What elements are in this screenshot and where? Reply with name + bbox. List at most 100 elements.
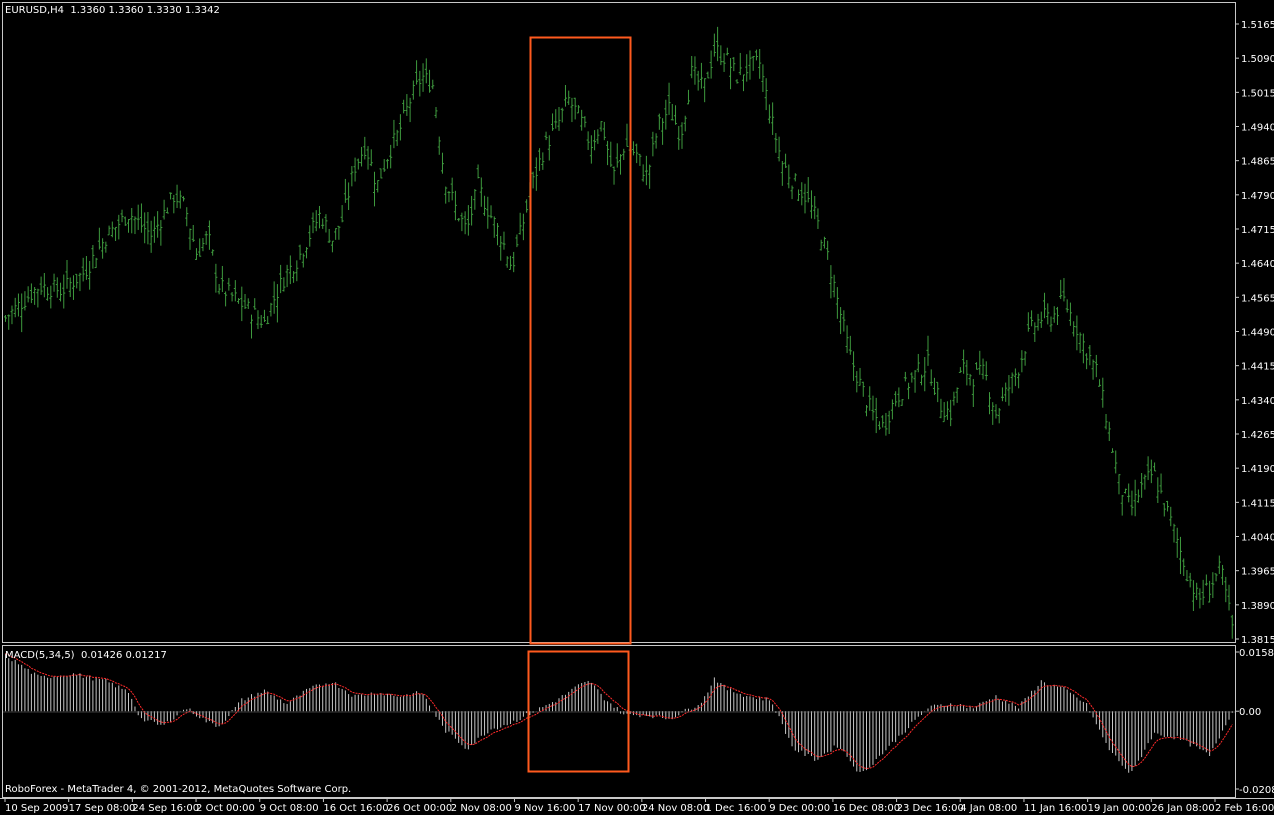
price-bar	[1127, 483, 1131, 503]
price-bar	[65, 260, 69, 289]
price-bar	[712, 33, 716, 57]
price-bar	[55, 277, 59, 298]
time-tick-label: 24 Nov 08:00	[642, 803, 709, 814]
price-bar	[52, 273, 56, 292]
price-bar	[826, 240, 830, 260]
price-bar	[1046, 303, 1050, 325]
price-bar	[1026, 312, 1030, 332]
price-bar	[39, 276, 43, 295]
price-bar	[1195, 582, 1199, 601]
price-tick-label: 1.4265	[1241, 430, 1274, 441]
time-tick-label: 17 Sep 08:00	[69, 803, 136, 814]
price-bar	[641, 164, 645, 182]
price-tick-label: 1.4115	[1241, 498, 1274, 509]
price-bar	[301, 253, 305, 268]
price-bar	[285, 264, 289, 288]
price-tick-label: 1.5090	[1241, 54, 1274, 65]
price-bar	[1221, 564, 1225, 585]
price-bar	[871, 395, 875, 421]
price-bar	[699, 62, 703, 89]
price-bar	[984, 361, 988, 381]
price-bar	[1098, 379, 1102, 387]
price-bar	[706, 71, 710, 79]
price-bar	[567, 90, 571, 105]
price-bar	[356, 158, 360, 170]
price-bar	[874, 397, 878, 434]
price-bar	[583, 116, 587, 128]
price-bar	[1166, 500, 1170, 512]
price-bar	[421, 63, 425, 92]
price-bar	[644, 155, 648, 186]
price-bar	[790, 185, 794, 200]
price-bar	[311, 212, 315, 234]
price-bar	[709, 50, 713, 79]
price-bar	[563, 85, 567, 107]
price-bar	[612, 166, 616, 185]
price-bar	[4, 315, 7, 322]
price-bar	[68, 277, 72, 298]
price-bar	[745, 54, 749, 82]
price-bar	[71, 275, 75, 300]
price-bar	[120, 209, 124, 223]
price-bar	[910, 372, 914, 383]
price-bar	[609, 141, 613, 167]
price-bar	[719, 45, 723, 66]
price-bar	[1049, 316, 1053, 332]
price-bar	[369, 149, 373, 167]
price-bar	[1072, 321, 1076, 337]
price-bar	[1169, 506, 1173, 527]
macd-tick-label: 0.01584	[1239, 648, 1274, 659]
price-bar	[88, 260, 92, 290]
price-bar	[123, 216, 127, 226]
price-bar	[606, 140, 610, 166]
time-tick-label: 2 Nov 08:00	[451, 803, 512, 814]
price-tick-label: 1.4340	[1241, 396, 1274, 407]
price-bar	[1107, 421, 1111, 442]
time-tick-label: 16 Oct 16:00	[323, 803, 388, 814]
price-bar	[1111, 448, 1114, 453]
price-tick-label: 1.4415	[1241, 362, 1274, 373]
highlight-box-main	[529, 36, 632, 645]
macd-header: MACD(5,34,5) 0.01426 0.01217	[5, 650, 167, 662]
price-bar	[42, 272, 46, 298]
price-bar	[363, 136, 367, 160]
price-bar	[139, 203, 143, 233]
price-bar	[538, 148, 542, 171]
price-bar	[1114, 450, 1118, 474]
price-bar	[729, 58, 733, 90]
price-bar	[395, 129, 399, 146]
price-bar	[321, 218, 325, 229]
time-tick-label: 2 Feb 16:00	[1215, 803, 1274, 814]
price-bar	[308, 225, 312, 247]
price-bar	[1088, 345, 1092, 366]
price-bar	[777, 136, 781, 162]
price-bar	[1007, 375, 1011, 406]
price-bar	[936, 381, 940, 403]
price-tick-label: 1.4040	[1241, 533, 1274, 544]
price-bar	[822, 236, 826, 249]
price-bar	[156, 211, 160, 238]
price-bar	[855, 371, 859, 393]
time-tick-label: 19 Jan 00:00	[1088, 803, 1151, 814]
price-bar	[62, 274, 66, 309]
price-bar	[949, 399, 953, 427]
price-bar	[1162, 503, 1166, 517]
price-bar	[185, 207, 189, 227]
price-bar	[256, 310, 260, 330]
price-bar	[674, 105, 678, 125]
price-bar	[599, 121, 603, 132]
price-bar	[764, 78, 768, 111]
price-bar	[748, 50, 752, 80]
price-bar	[440, 152, 444, 174]
price-bar	[450, 177, 454, 201]
price-bar	[444, 186, 448, 204]
price-bar	[204, 231, 208, 245]
price-bar	[842, 310, 846, 332]
price-bar	[1175, 527, 1179, 558]
price-bar	[544, 131, 548, 141]
price-bar	[324, 214, 328, 233]
price-bar	[59, 282, 63, 302]
price-bar	[923, 357, 927, 392]
price-bar	[201, 237, 205, 252]
price-bar	[282, 277, 286, 292]
